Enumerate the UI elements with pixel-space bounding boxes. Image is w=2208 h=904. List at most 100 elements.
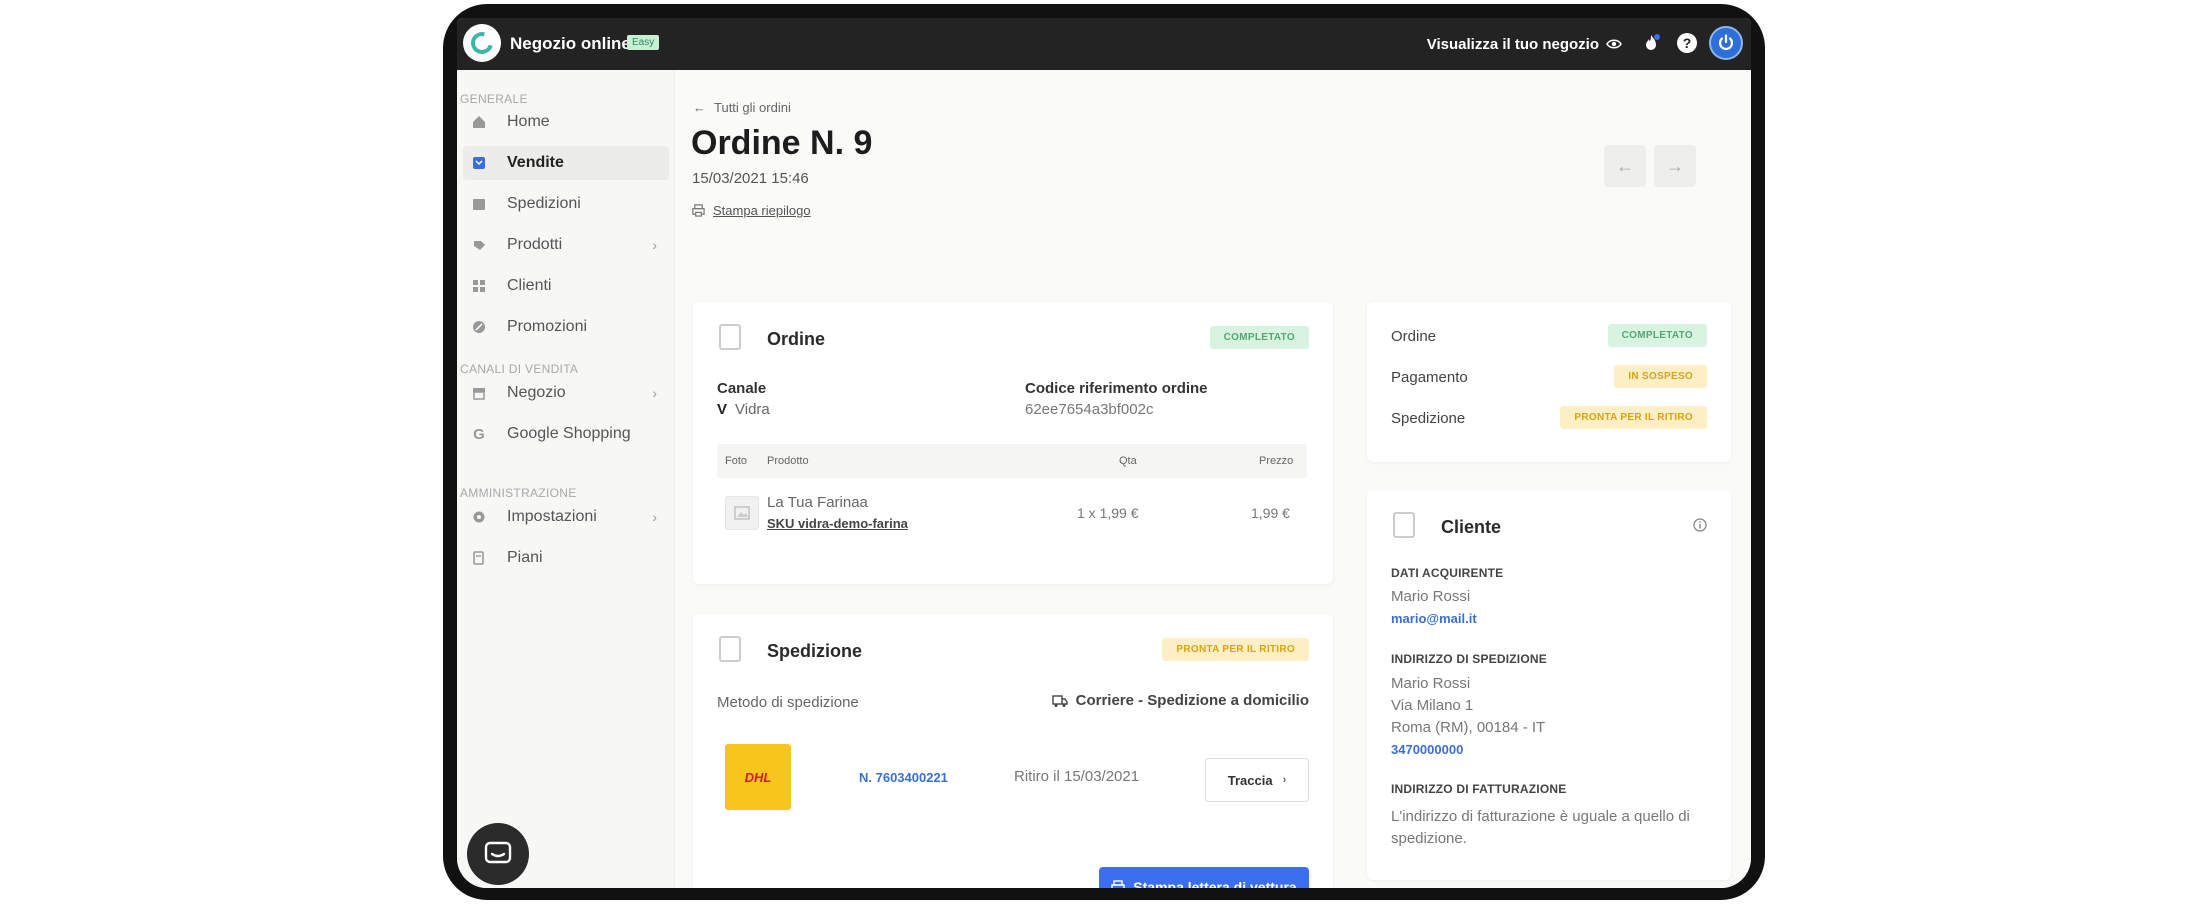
shipping-method-label: Metodo di spedizione — [717, 694, 859, 711]
products-table-header: Foto Prodotto Qta Prezzo — [717, 444, 1307, 478]
channel-name: Vidra — [735, 401, 770, 418]
shipping-card: Spedizione PRONTA PER IL RITIRO Metodo d… — [693, 614, 1333, 888]
store-icon — [471, 385, 487, 401]
settings-icon — [471, 509, 487, 525]
shipping-icon — [471, 196, 487, 212]
print-waybill-label: Stampa lettera di vettura — [1133, 879, 1297, 888]
customer-card: Cliente DATI ACQUIRENTE Mario Rossi mari… — [1367, 490, 1731, 880]
col-photo: Foto — [725, 455, 748, 467]
sidebar-item-impostazioni[interactable]: Impostazioni › — [463, 500, 669, 534]
product-name: La Tua Farinaa — [767, 494, 868, 511]
buyer-email-link[interactable]: mario@mail.it — [1391, 611, 1477, 626]
info-icon[interactable] — [1693, 518, 1707, 532]
buyer-name: Mario Rossi — [1391, 588, 1471, 605]
promotions-icon — [471, 319, 487, 335]
sidebar-item-piani[interactable]: Piani — [463, 541, 669, 575]
shipping-method-value: Corriere - Spedizione a domicilio — [1051, 692, 1309, 709]
customers-icon — [471, 278, 487, 294]
sidebar: GENERALE Home Vendite Spedizioni Prodott… — [457, 70, 675, 888]
sidebar-item-promozioni[interactable]: Promozioni — [463, 310, 669, 344]
sidebar-item-negozio[interactable]: Negozio › — [463, 376, 669, 410]
logo-mark — [466, 27, 498, 59]
carrier-logo-text: DHL — [744, 769, 772, 785]
channel-mark-icon: V — [717, 401, 728, 418]
order-card-title: Ordine — [767, 329, 826, 349]
power-icon[interactable] — [1709, 26, 1743, 60]
google-icon: G — [473, 425, 485, 443]
notifications-icon[interactable] — [1641, 33, 1661, 53]
sidebar-item-label: Prodotti — [507, 236, 563, 253]
buyer-heading: DATI ACQUIRENTE — [1391, 566, 1504, 580]
col-price: Prezzo — [1259, 455, 1294, 467]
page-title: Ordine N. 9 — [691, 124, 873, 162]
printer-icon — [692, 204, 705, 217]
sidebar-item-label: Spedizioni — [507, 195, 581, 212]
billing-address-heading: INDIRIZZO DI FATTURAZIONE — [1391, 782, 1567, 796]
summary-shipping-label: Spedizione — [1391, 410, 1466, 427]
print-summary-link[interactable]: Stampa riepilogo — [692, 203, 811, 218]
customer-card-title: Cliente — [1441, 517, 1502, 537]
section-label-administration: AMMINISTRAZIONE — [460, 486, 577, 500]
app-logo[interactable] — [463, 24, 501, 62]
image-placeholder-icon — [734, 506, 750, 520]
help-icon[interactable]: ? — [1677, 33, 1697, 53]
arrow-left-icon: ← — [693, 100, 706, 115]
print-summary-label: Stampa riepilogo — [713, 203, 811, 218]
eye-icon[interactable] — [1606, 36, 1622, 52]
chevron-right-icon: › — [652, 385, 657, 401]
sidebar-item-google-shopping[interactable]: G Google Shopping — [463, 417, 669, 451]
chat-button[interactable] — [467, 823, 529, 885]
sidebar-item-spedizioni[interactable]: Spedizioni — [463, 187, 669, 221]
main-content: ← Tutti gli ordini Ordine N. 9 15/03/202… — [675, 70, 1751, 888]
track-button-label: Traccia — [1227, 772, 1273, 788]
sidebar-item-label: Promozioni — [507, 318, 588, 335]
ship-name: Mario Rossi — [1391, 675, 1471, 692]
view-store-link[interactable]: Visualizza il tuo negozio — [1427, 36, 1599, 53]
back-link-label: Tutti gli ordini — [714, 100, 791, 115]
sidebar-item-home[interactable]: Home — [463, 105, 669, 139]
back-to-orders-link[interactable]: ← Tutti gli ordini — [693, 100, 791, 115]
next-order-button[interactable]: → — [1654, 145, 1696, 187]
section-label-general: GENERALE — [460, 92, 528, 106]
sidebar-item-label: Piani — [507, 549, 543, 566]
sidebar-item-vendite[interactable]: Vendite — [463, 146, 669, 180]
sidebar-item-label: Home — [507, 113, 550, 130]
sales-icon — [471, 155, 487, 171]
products-icon — [471, 237, 487, 253]
sidebar-item-label: Vendite — [507, 154, 564, 171]
col-product: Prodotto — [767, 455, 809, 467]
sidebar-item-label: Impostazioni — [507, 508, 597, 525]
sidebar-item-prodotti[interactable]: Prodotti › — [463, 228, 669, 262]
shipping-method-text: Corriere - Spedizione a domicilio — [1075, 692, 1309, 709]
plans-icon — [471, 550, 487, 566]
arrow-left-icon: ← — [1616, 155, 1634, 176]
sidebar-item-clienti[interactable]: Clienti — [463, 269, 669, 303]
top-bar: Negozio online Easy Visualizza il tuo ne… — [457, 18, 1751, 70]
dhl-logo: DHL — [725, 744, 791, 810]
product-price: 1,99 € — [1251, 505, 1290, 521]
document-icon — [1393, 512, 1415, 538]
track-button[interactable]: Traccia › — [1205, 758, 1309, 802]
ship-street: Via Milano 1 — [1391, 697, 1474, 714]
tracking-number-link[interactable]: N. 7603400221 — [859, 770, 948, 785]
sidebar-item-label: Negozio — [507, 384, 566, 401]
order-ref-value: 62ee7654a3bf002c — [1025, 401, 1154, 418]
summary-order-label: Ordine — [1391, 328, 1437, 345]
product-qty: 1 x 1,99 € — [1077, 505, 1139, 521]
document-icon — [719, 636, 741, 662]
previous-order-button[interactable]: ← — [1604, 145, 1646, 187]
chevron-right-icon: › — [1282, 774, 1287, 786]
chat-icon — [484, 841, 512, 864]
channel-value: V Vidra — [717, 401, 770, 418]
chevron-right-icon: › — [652, 509, 657, 525]
channel-label: Canale — [717, 380, 767, 397]
ship-phone-link[interactable]: 3470000000 — [1391, 742, 1463, 757]
sidebar-item-label: Google Shopping — [507, 425, 631, 442]
product-sku-link[interactable]: SKU vidra-demo-farina — [767, 516, 908, 531]
summary-shipping-status: PRONTA PER IL RITIRO — [1560, 406, 1707, 429]
print-waybill-button[interactable]: Stampa lettera di vettura — [1099, 867, 1309, 888]
order-date: 15/03/2021 15:46 — [692, 170, 809, 187]
order-card: Ordine COMPLETATO Canale V Vidra Codice r… — [693, 302, 1333, 584]
summary-order-status: COMPLETATO — [1607, 324, 1707, 347]
shipping-address-heading: INDIRIZZO DI SPEDIZIONE — [1391, 652, 1547, 666]
